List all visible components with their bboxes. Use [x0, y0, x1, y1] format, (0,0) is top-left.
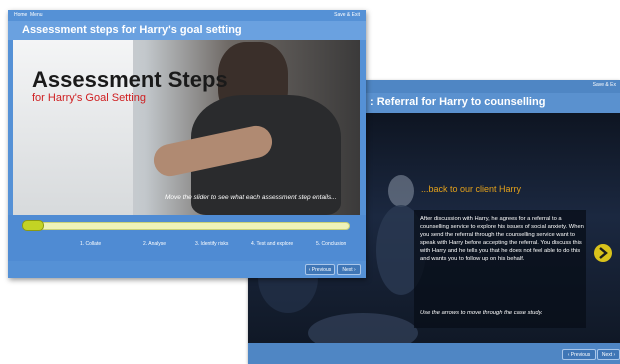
step-collate[interactable]: 1. Collate — [80, 241, 101, 247]
menu-link[interactable]: Menu — [30, 12, 43, 18]
next-arrow-button[interactable] — [594, 244, 612, 262]
footer-bar: ‹ Previous Next › — [8, 261, 366, 278]
step-test-explore[interactable]: 4. Test and explore — [251, 241, 293, 247]
case-paragraph: After discussion with Harry, he agrees f… — [420, 216, 584, 262]
step-identify-risks[interactable]: 3. Identify risks — [195, 241, 228, 247]
assessment-window: Home Menu Save & Exit Assessment steps f… — [8, 10, 366, 278]
step-analyse[interactable]: 2. Analyse — [143, 241, 166, 247]
slider-hint: Move the slider to see what each assessm… — [165, 194, 337, 201]
navigation-hint: Use the arrows to move through the case … — [420, 310, 543, 316]
title-bar: Assessment steps for Harry's goal settin… — [8, 21, 366, 40]
home-link[interactable]: Home — [14, 12, 27, 18]
footer-bar: ‹ Previous Next › — [248, 343, 620, 364]
previous-button[interactable]: ‹ Previous — [305, 264, 335, 275]
slider-panel: 1. Collate 2. Analyse 3. Identify risks … — [8, 215, 366, 261]
banner-title: Assessment Steps — [32, 67, 228, 92]
slider-thumb[interactable] — [22, 220, 44, 231]
previous-button[interactable]: ‹ Previous — [562, 349, 596, 360]
banner-subtitle: for Harry's Goal Setting — [32, 92, 146, 104]
slider-track[interactable] — [22, 222, 350, 230]
section-heading: ...back to our client Harry — [421, 184, 522, 194]
chevron-right-icon — [599, 247, 608, 259]
step-conclusion[interactable]: 5. Conclusion — [316, 241, 346, 247]
table-blur — [308, 313, 418, 343]
save-exit-link[interactable]: Save & Exit — [334, 12, 360, 18]
next-button[interactable]: Next › — [597, 349, 620, 360]
top-nav: Home Menu Save & Exit — [8, 10, 366, 20]
page-title: : Referral for Harry to counselling — [370, 96, 546, 108]
save-exit-link[interactable]: Save & Ex — [593, 82, 616, 88]
person-figure — [388, 175, 414, 207]
page-title: Assessment steps for Harry's goal settin… — [22, 24, 242, 36]
next-button[interactable]: Next › — [337, 264, 361, 275]
banner-photo: Assessment Steps for Harry's Goal Settin… — [13, 40, 360, 215]
